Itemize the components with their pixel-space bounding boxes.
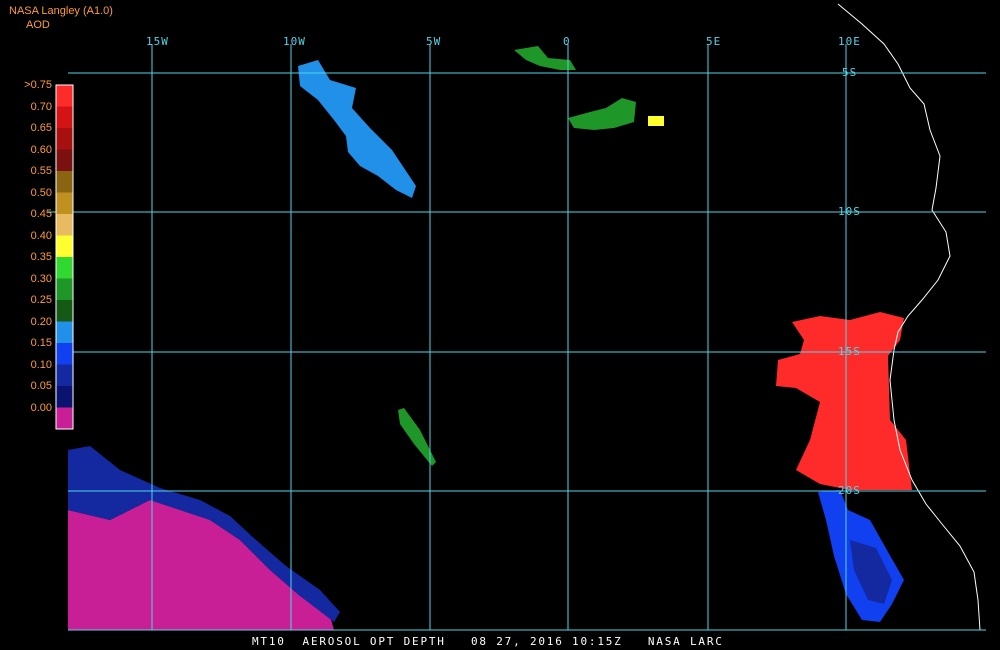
- lat-label-15s: 15S: [838, 345, 861, 358]
- legend-swatch: [56, 278, 73, 301]
- legend-swatch: [56, 257, 73, 279]
- lon-label-0: 0: [563, 35, 571, 48]
- plume-green-north: [514, 46, 576, 70]
- legend-label: 0.15: [30, 337, 52, 349]
- legend-swatch: [56, 171, 73, 193]
- data-source-label: NASA Langley (A1.0): [9, 5, 113, 17]
- legend-swatch: [56, 214, 73, 236]
- legend-label: 0.45: [30, 208, 52, 220]
- legend-label: 0.10: [30, 358, 52, 371]
- legend-label: 0.70: [30, 100, 52, 113]
- plume-green-mid: [568, 98, 636, 130]
- legend-swatch: [56, 192, 73, 215]
- lon-label-10w: 10W: [283, 35, 306, 48]
- lon-label-10e: 10E: [838, 35, 861, 48]
- legend-label: 0.30: [30, 272, 52, 285]
- legend-swatch: [56, 85, 73, 107]
- legend-label: 0.65: [30, 122, 52, 134]
- legend-swatch: [56, 128, 73, 150]
- lon-label-15w: 15W: [146, 35, 169, 48]
- map-canvas: [48, 3, 986, 631]
- aerosol-plumes: [68, 46, 912, 630]
- aod-map-viewer: NASA Langley (A1.0) AOD >0.75 0.70 0.65 0.6…: [0, 0, 1000, 650]
- legend-label: >0.75: [24, 79, 52, 91]
- legend-swatch: [56, 106, 73, 129]
- lat-label-10s: 10S: [838, 205, 861, 218]
- legend-colorbar: [55, 84, 74, 430]
- legend-swatch: [56, 343, 73, 365]
- product-label: AOD: [26, 19, 50, 31]
- lat-label-5s: 5S: [842, 66, 858, 79]
- legend-label: 0.05: [30, 380, 52, 392]
- legend-label: 0.25: [30, 294, 52, 306]
- lat-label-20s: 20S: [838, 484, 861, 497]
- legend-label: 0.20: [30, 315, 52, 328]
- legend-swatch: [56, 235, 73, 258]
- legend-swatch: [56, 321, 73, 344]
- legend-label: 0.35: [30, 251, 52, 263]
- lon-label-5w: 5W: [426, 35, 442, 48]
- map-caption: MT10 AEROSOL OPT DEPTH 08 27, 2016 10:15…: [252, 635, 724, 648]
- legend-swatch: [56, 386, 73, 408]
- legend-label: 0.40: [30, 229, 52, 242]
- legend-label: 0.55: [30, 165, 52, 177]
- legend-swatch: [56, 149, 73, 172]
- legend-label: 0.50: [30, 186, 52, 199]
- legend-swatch: [56, 364, 73, 387]
- plume-blue-north: [298, 60, 416, 198]
- legend-swatch: [56, 407, 73, 430]
- plume-yellow: [648, 116, 664, 126]
- lon-label-5e: 5E: [706, 35, 722, 48]
- legend-label: 0.00: [30, 401, 52, 414]
- legend-swatch: [56, 300, 73, 322]
- legend-label: 0.60: [30, 143, 52, 156]
